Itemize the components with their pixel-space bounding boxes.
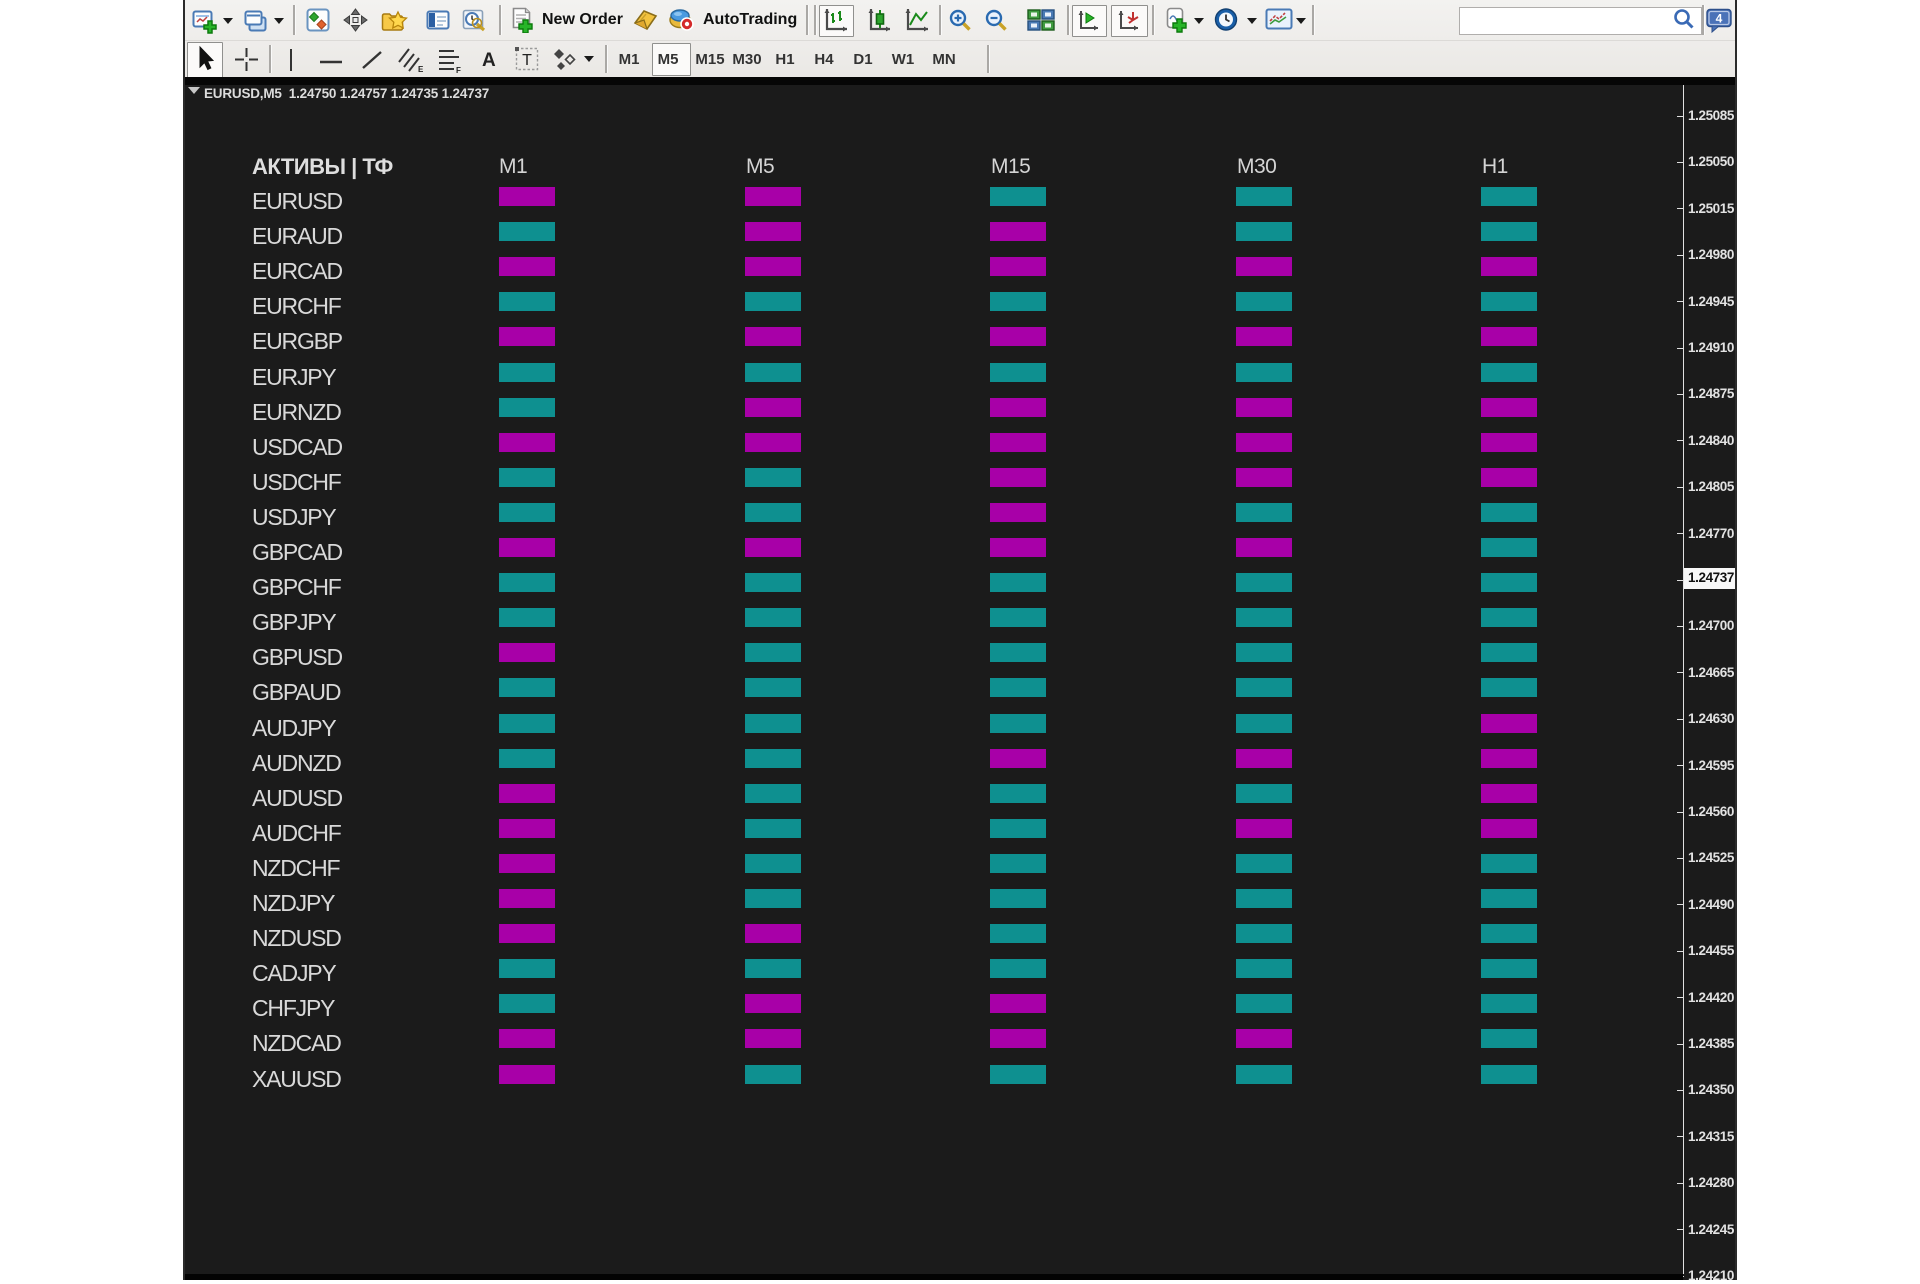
svg-text:F: F — [456, 66, 461, 73]
svg-text:4: 4 — [1716, 12, 1723, 26]
svg-text:E: E — [418, 65, 423, 73]
svg-text:T: T — [522, 52, 532, 69]
